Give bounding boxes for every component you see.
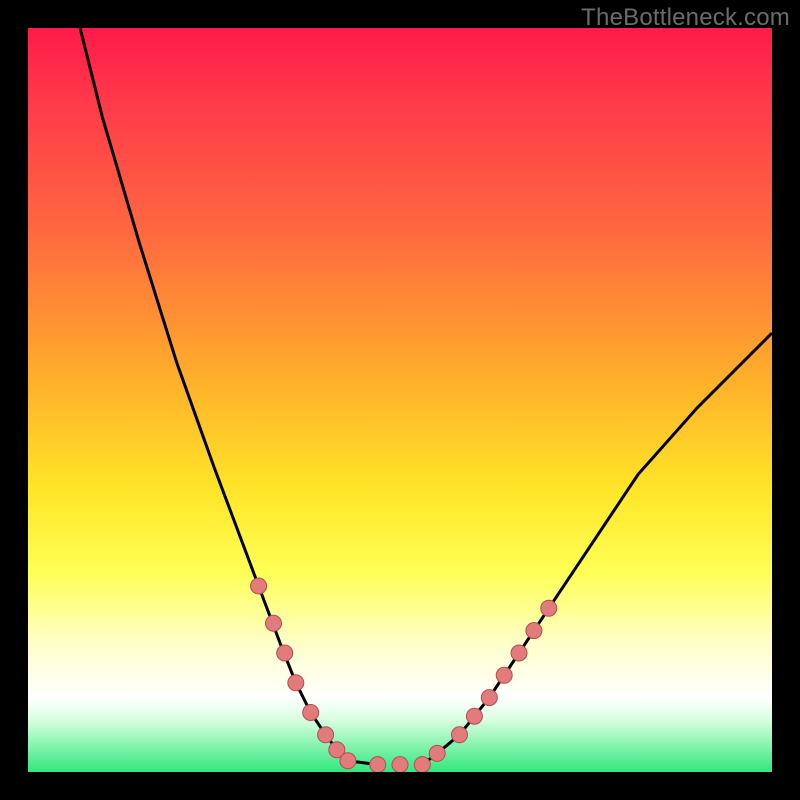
marker-point <box>429 745 445 761</box>
marker-point <box>414 757 430 772</box>
marker-point <box>526 623 542 639</box>
marker-point <box>392 757 408 772</box>
marker-point <box>266 615 282 631</box>
plot-area <box>28 28 772 772</box>
marker-point <box>340 753 356 769</box>
marker-group <box>251 578 557 772</box>
marker-point <box>496 667 512 683</box>
marker-point <box>277 645 293 661</box>
marker-point <box>370 757 386 772</box>
chart-svg <box>28 28 772 772</box>
marker-point <box>466 708 482 724</box>
marker-point <box>481 690 497 706</box>
marker-point <box>511 645 527 661</box>
curve-left <box>80 28 378 765</box>
watermark-text: TheBottleneck.com <box>581 4 790 32</box>
marker-point <box>251 578 267 594</box>
marker-point <box>318 727 334 743</box>
outer-frame: TheBottleneck.com <box>0 0 800 800</box>
curve-group <box>80 28 772 765</box>
marker-point <box>541 600 557 616</box>
curve-right <box>422 333 772 765</box>
marker-point <box>452 727 468 743</box>
marker-point <box>288 675 304 691</box>
marker-point <box>303 705 319 721</box>
